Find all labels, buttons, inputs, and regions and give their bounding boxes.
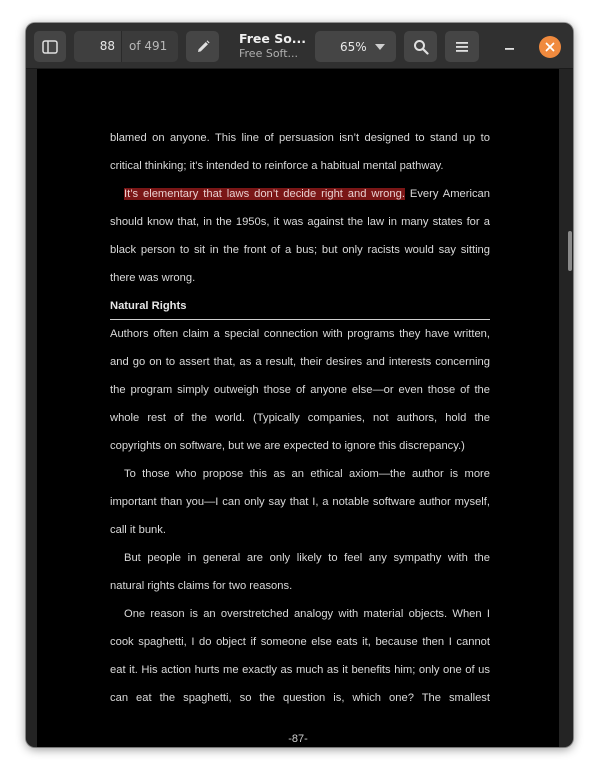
chevron-down-icon — [375, 44, 385, 50]
header-bar: 88 of 491 Free So... Free Soft... 65% — [26, 23, 573, 69]
text-line: black person to sit in the front of a bu… — [110, 244, 490, 256]
sidebar-toggle-icon — [42, 39, 58, 54]
text-line: One reason is an overstretched analogy w… — [124, 608, 490, 620]
scrollbar-thumb[interactable] — [568, 231, 572, 271]
text-line: important than you—I can only say that I… — [110, 496, 490, 508]
minimize-icon — [505, 48, 514, 50]
annotate-button[interactable] — [186, 31, 219, 62]
document-page: blamed on anyone. This line of persuasio… — [37, 69, 559, 747]
document-title-block: Free So... Free Soft... — [239, 31, 309, 61]
hamburger-menu-icon — [456, 41, 468, 52]
search-button[interactable] — [404, 31, 437, 62]
text-line: eat it. His action hurts me exactly as m… — [110, 664, 490, 676]
page-navigation: 88 of 491 — [74, 31, 178, 62]
text-line: can eat the spaghetti, so the question i… — [110, 692, 490, 704]
text-line: should know that, in the 1950s, it was a… — [110, 216, 490, 228]
text-line: cook spaghetti, I do object if someone e… — [110, 636, 490, 648]
text-line: To those who propose this as an ethical … — [124, 468, 490, 480]
close-icon — [545, 42, 555, 52]
highlight-annotation[interactable]: It’s elementary that laws don’t decide r… — [124, 188, 405, 200]
text-line: Authors often claim a special connection… — [110, 328, 490, 340]
pencil-icon — [197, 39, 210, 52]
page-total-label: of 491 — [129, 39, 168, 53]
document-view[interactable]: blamed on anyone. This line of persuasio… — [26, 69, 573, 747]
zoom-dropdown[interactable]: 65% — [315, 31, 396, 62]
zoom-level: 65% — [340, 39, 367, 54]
text-line: call it bunk. — [110, 524, 166, 536]
text-line: the program simply outweigh those of any… — [110, 384, 490, 396]
text-line: But people in general are only likely to… — [124, 552, 490, 564]
text-line: blamed on anyone. This line of persuasio… — [110, 132, 490, 144]
close-button[interactable] — [539, 36, 561, 58]
document-viewer-window: 88 of 491 Free So... Free Soft... 65% bl… — [26, 23, 573, 747]
text-line: copyrights on software, but we are expec… — [110, 440, 465, 452]
sidebar-toggle-button[interactable] — [34, 31, 66, 62]
document-subtitle: Free Soft... — [239, 47, 299, 60]
minimize-button[interactable] — [500, 37, 520, 57]
text-line: there was wrong. — [110, 272, 196, 284]
main-menu-button[interactable] — [445, 31, 479, 62]
section-heading: Natural Rights — [110, 300, 187, 312]
heading-rule — [110, 319, 490, 320]
document-title: Free So... — [239, 31, 307, 46]
search-icon — [413, 39, 429, 55]
text-line-highlighted: It’s elementary that laws don’t decide r… — [124, 188, 490, 200]
page-number: -87- — [288, 733, 308, 745]
text-line: critical thinking; it’s intended to rein… — [110, 160, 444, 172]
page-number-input[interactable]: 88 — [74, 31, 122, 62]
text-span: Every American — [404, 188, 490, 200]
text-line: and go on to assert that, as a result, t… — [110, 356, 490, 368]
text-line: whole rest of the world. (Typically comp… — [110, 412, 490, 424]
text-line: natural rights claims for two reasons. — [110, 580, 293, 592]
